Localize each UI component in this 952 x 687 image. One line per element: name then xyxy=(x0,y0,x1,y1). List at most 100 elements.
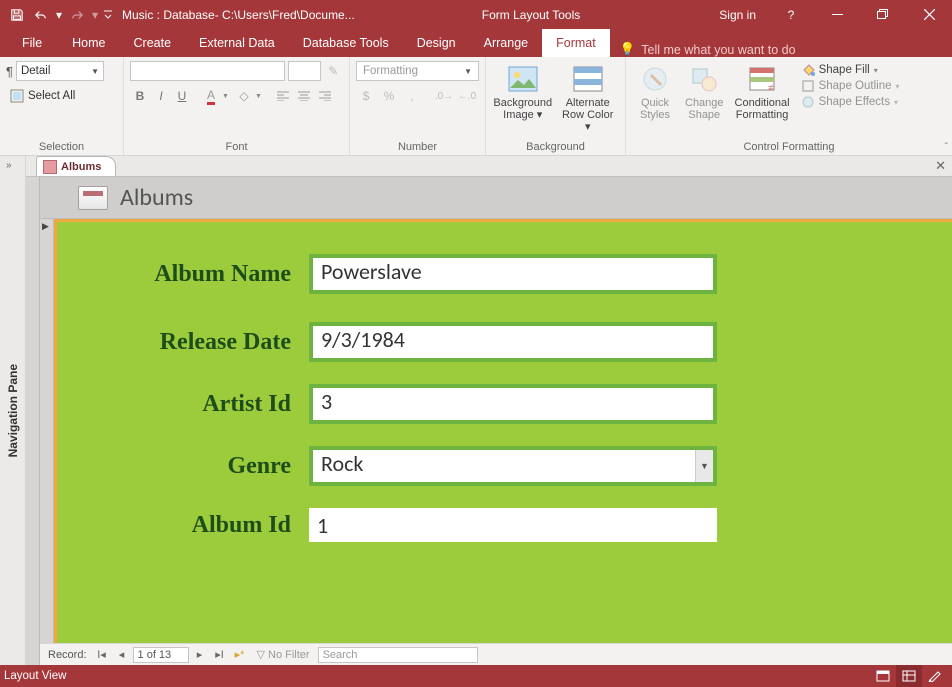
tab-design[interactable]: Design xyxy=(403,29,470,57)
comma-button[interactable]: , xyxy=(402,87,422,105)
design-view-button[interactable] xyxy=(922,665,948,687)
field-release-date[interactable]: 9/3/1984 xyxy=(313,326,713,358)
restore-button[interactable] xyxy=(860,0,906,29)
group-label-background: Background xyxy=(492,139,619,155)
collapse-ribbon-icon[interactable]: ˆ xyxy=(945,142,948,153)
conditional-formatting-button[interactable]: ≠ Conditional Formatting xyxy=(731,61,794,123)
form-view-button[interactable] xyxy=(870,665,896,687)
field-album-name-wrap: Powerslave xyxy=(309,254,717,294)
quick-styles-button[interactable]: Quick Styles xyxy=(632,61,678,123)
genre-dropdown-icon[interactable]: ▼ xyxy=(695,450,713,482)
help-icon[interactable]: ? xyxy=(768,0,814,29)
change-shape-button[interactable]: Change Shape xyxy=(681,61,728,123)
fill-color-button[interactable]: ◇▼ xyxy=(233,87,265,105)
tell-me-placeholder: Tell me what you want to do xyxy=(641,43,795,57)
next-record-button[interactable]: ▸ xyxy=(191,646,209,664)
shape-effects-button[interactable]: Shape Effects▾ xyxy=(801,95,900,109)
first-record-button[interactable]: I◂ xyxy=(93,646,111,664)
alternate-row-color-button[interactable]: Alternate Row Color ▾ xyxy=(556,61,619,135)
no-filter-indicator[interactable]: ▽No Filter xyxy=(251,648,316,661)
tab-arrange[interactable]: Arrange xyxy=(470,29,542,57)
title-center: Form Layout Tools xyxy=(355,0,708,29)
close-document-icon[interactable]: ✕ xyxy=(935,158,946,174)
ribbon-group-number: Formatting▼ $ % , .0→ ←.0 Number xyxy=(350,57,486,155)
detail-record-selector[interactable]: ▶ xyxy=(40,219,54,643)
navigation-pane-collapsed[interactable]: » Navigation Pane xyxy=(0,156,26,665)
group-label-selection: Selection xyxy=(6,139,117,155)
redo-icon[interactable] xyxy=(66,4,88,26)
database-title: Music : Database- C:\Users\Fred\Docume..… xyxy=(114,8,355,22)
ribbon-group-font: ✎ B I U A▼ ◇▼ Font xyxy=(124,57,350,155)
label-album-name[interactable]: Album Name xyxy=(99,261,309,288)
shape-fill-button[interactable]: Shape Fill▾ xyxy=(801,63,900,77)
status-view-label: Layout View xyxy=(4,670,66,682)
expand-nav-icon[interactable]: » xyxy=(6,160,12,171)
tab-home[interactable]: Home xyxy=(58,29,119,57)
record-counter[interactable]: 1 of 13 xyxy=(133,647,189,663)
label-album-id[interactable]: Album Id xyxy=(99,512,309,539)
picture-icon xyxy=(507,63,539,95)
document-tab-albums[interactable]: Albums xyxy=(36,156,116,176)
tell-me-search[interactable]: 💡 Tell me what you want to do xyxy=(610,42,796,57)
bold-button[interactable]: B xyxy=(130,87,150,105)
form-wrap: Albums ▶ Album Name Powerslave Release D… xyxy=(26,177,952,665)
quick-styles-icon xyxy=(639,63,671,95)
tab-file[interactable]: File xyxy=(6,29,58,57)
ribbon: ¶ Detail▼ Select All Selection ✎ B I U A… xyxy=(0,57,952,156)
align-center-button[interactable] xyxy=(294,87,314,105)
align-left-button[interactable] xyxy=(273,87,293,105)
italic-button[interactable]: I xyxy=(151,87,171,105)
underline-button[interactable]: U xyxy=(172,87,192,105)
undo-dropdown-icon[interactable]: ▾ xyxy=(54,4,64,26)
number-format-combo[interactable]: Formatting▼ xyxy=(356,61,479,81)
tab-create[interactable]: Create xyxy=(120,29,186,57)
layout-view-button[interactable] xyxy=(896,665,922,687)
shape-outline-button[interactable]: Shape Outline▾ xyxy=(801,79,900,93)
filter-icon: ▽ xyxy=(257,648,265,661)
record-label: Record: xyxy=(44,649,91,661)
font-name-combo[interactable] xyxy=(130,61,285,81)
format-painter-icon[interactable]: ✎ xyxy=(324,62,343,80)
record-search-box[interactable]: Search xyxy=(318,647,478,663)
record-selector[interactable] xyxy=(26,177,40,665)
background-image-button[interactable]: Background Image ▾ xyxy=(492,61,553,123)
object-selector-combo[interactable]: Detail▼ xyxy=(16,61,104,81)
field-artist-id[interactable]: 3 xyxy=(313,388,713,420)
alternate-row-label: Alternate Row Color ▾ xyxy=(560,97,615,133)
align-right-button[interactable] xyxy=(315,87,335,105)
field-album-id[interactable]: 1 xyxy=(309,508,717,542)
redo-dropdown-icon[interactable]: ▾ xyxy=(90,4,100,26)
document-area: » Navigation Pane Albums ✕ Albums ▶ xyxy=(0,156,952,665)
status-bar: Layout View xyxy=(0,665,952,687)
tab-external-data[interactable]: External Data xyxy=(185,29,289,57)
select-all-button[interactable]: Select All xyxy=(6,87,117,105)
field-artist-id-wrap: 3 xyxy=(309,384,717,424)
percent-button[interactable]: % xyxy=(379,87,399,105)
font-color-button[interactable]: A▼ xyxy=(200,87,232,105)
tab-database-tools[interactable]: Database Tools xyxy=(289,29,403,57)
form-detail-section[interactable]: Album Name Powerslave Release Date 9/3/1… xyxy=(54,219,952,643)
table-rows-icon xyxy=(572,63,604,95)
save-icon[interactable] xyxy=(6,4,28,26)
minimize-button[interactable] xyxy=(814,0,860,29)
last-record-button[interactable]: ▸I xyxy=(211,646,229,664)
label-artist-id[interactable]: Artist Id xyxy=(99,391,309,418)
close-button[interactable] xyxy=(906,0,952,29)
label-genre[interactable]: Genre xyxy=(99,453,309,480)
background-image-label: Background Image ▾ xyxy=(493,97,552,121)
increase-decimals-button[interactable]: .0→ xyxy=(434,87,454,105)
field-album-name[interactable]: Powerslave xyxy=(313,258,713,290)
qat-customize-icon[interactable] xyxy=(102,4,114,26)
undo-icon[interactable] xyxy=(30,4,52,26)
decrease-decimals-button[interactable]: ←.0 xyxy=(457,87,477,105)
row-artist-id: Artist Id 3 xyxy=(99,384,717,424)
field-genre[interactable]: Rock xyxy=(313,450,695,482)
font-size-combo[interactable] xyxy=(288,61,321,81)
form-header: Albums xyxy=(40,177,952,219)
label-release-date[interactable]: Release Date xyxy=(99,329,309,356)
sign-in-button[interactable]: Sign in xyxy=(707,0,768,29)
currency-button[interactable]: $ xyxy=(356,87,376,105)
new-record-button[interactable]: ▸* xyxy=(231,646,249,664)
prev-record-button[interactable]: ◂ xyxy=(113,646,131,664)
tab-format[interactable]: Format xyxy=(542,29,610,57)
